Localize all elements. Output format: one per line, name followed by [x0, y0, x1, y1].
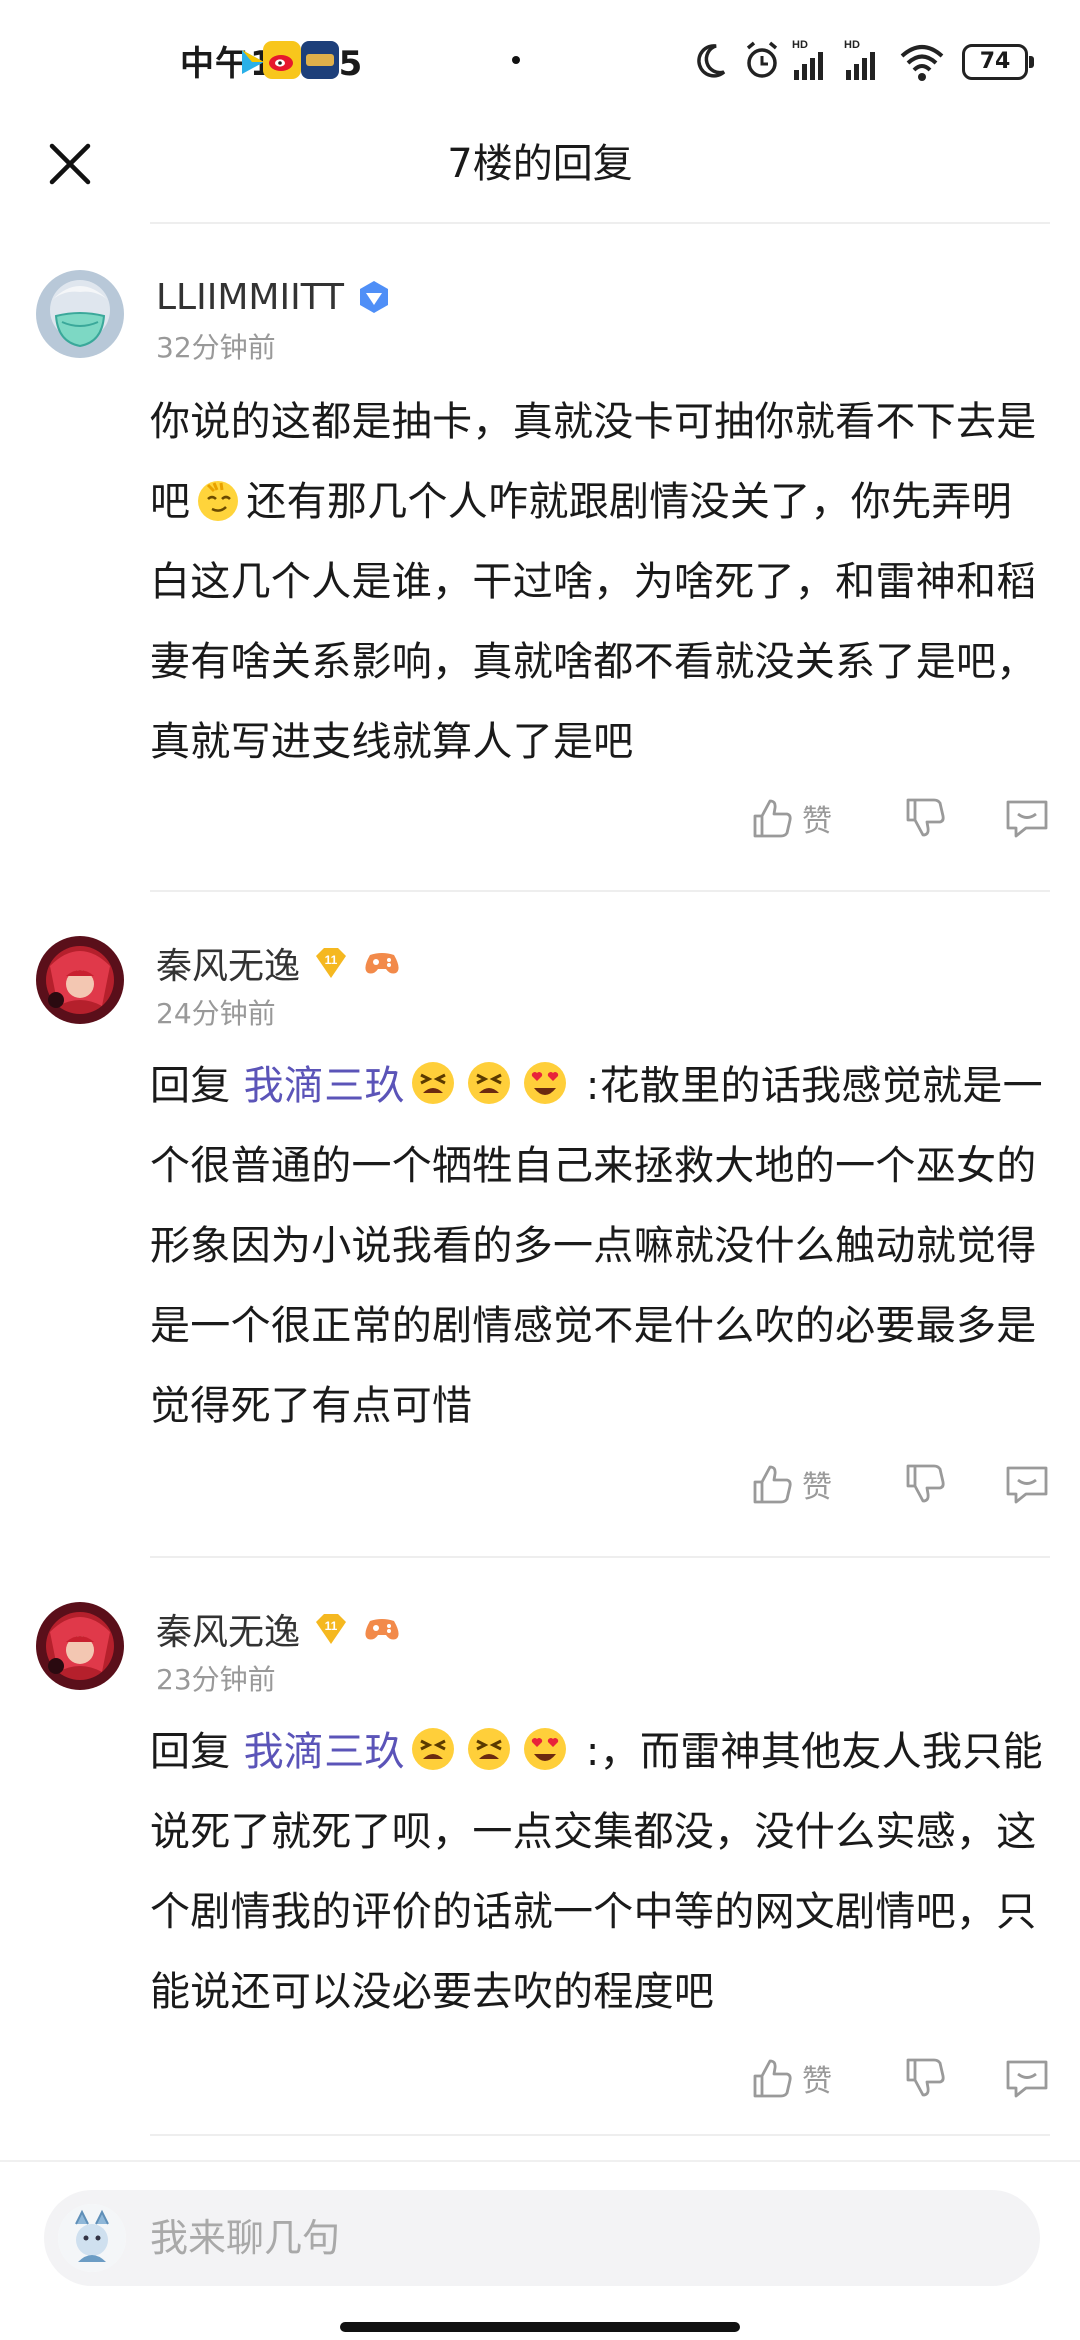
- moon-icon: [697, 44, 726, 78]
- comment-item: 秦风无逸 11 23分钟前 回复 我滴三玖 :，而雷神其他友人我只能说死了就死了…: [0, 1602, 1080, 2142]
- comment-actions: 赞: [750, 788, 1050, 848]
- thinking-emoji-icon: [198, 481, 239, 521]
- comment-time: 32分钟前: [156, 331, 276, 364]
- tired-face-emoji-icon: [411, 1728, 454, 1770]
- like-label: 赞: [802, 804, 832, 839]
- weibo-icon: [263, 41, 301, 79]
- gamepad-icon: [365, 953, 399, 974]
- like-label: 赞: [802, 2064, 832, 2099]
- input-placeholder: 我来聊几句: [150, 2216, 341, 2260]
- thumbs-down-icon: [906, 798, 945, 837]
- username-row: 秦风无逸 11: [156, 938, 402, 988]
- tired-face-emoji-icon: [467, 1062, 510, 1104]
- page-title: 7楼的回复: [447, 141, 633, 187]
- svg-text:HD: HD: [792, 39, 808, 51]
- level-number: 11: [325, 953, 338, 967]
- username[interactable]: LLIIMMIITT: [156, 277, 344, 318]
- signal-2-icon: HD: [844, 39, 875, 80]
- reply-prefix: 回复: [150, 1063, 231, 1109]
- comment-bubble-icon: [1006, 1466, 1048, 1504]
- mention-link[interactable]: 我滴三玖: [244, 1063, 405, 1109]
- mention-link[interactable]: 我滴三玖: [244, 1729, 405, 1775]
- username[interactable]: 秦风无逸: [156, 1603, 300, 1655]
- like-button[interactable]: 赞: [750, 2048, 870, 2108]
- username[interactable]: 秦风无逸: [156, 937, 300, 989]
- avatar[interactable]: [36, 270, 124, 358]
- comment-bubble-icon: [1006, 2060, 1048, 2098]
- comment-input[interactable]: 我来聊几句: [44, 2190, 1040, 2286]
- like-button[interactable]: 赞: [750, 788, 870, 848]
- heart-eyes-emoji-icon: [523, 1728, 566, 1770]
- divider: [150, 222, 1050, 224]
- username-row: LLIIMMIITT: [156, 272, 392, 322]
- comment-body: :花散里的话我感觉就是一个很普通的一个牺牲自己来拯救大地的一个巫女的形象因为小说…: [150, 1063, 1043, 1429]
- comment-text-part: 还有那几个人咋就跟剧情没关了，你先弄明白这几个人是谁，干过啥，为啥死了，和雷神和…: [150, 479, 1037, 765]
- dislike-button[interactable]: [870, 788, 980, 848]
- reply-button[interactable]: [980, 2048, 1050, 2108]
- comment-text: 你说的这都是抽卡，真就没卡可抽你就看不下去是吧 还有那几个人咋就跟剧情没关了，你先…: [150, 382, 1050, 782]
- comment-item: LLIIMMIITT 32分钟前 你说的这都是抽卡，真就没卡可抽你就看不下去是吧…: [0, 270, 1080, 890]
- level-number: 11: [325, 1619, 338, 1633]
- divider: [150, 2134, 1050, 2136]
- comment-actions: 赞: [750, 2048, 1050, 2108]
- svg-text:HD: HD: [844, 39, 860, 51]
- avatar[interactable]: [36, 936, 124, 1024]
- status-bar: 中午12:15 HD HD: [0, 0, 1080, 128]
- avatar[interactable]: [36, 1602, 124, 1690]
- comment-time: 24分钟前: [156, 997, 276, 1030]
- thumbs-down-icon: [906, 2058, 945, 2097]
- home-indicator[interactable]: [340, 2322, 740, 2332]
- game-app-icon: [301, 41, 339, 79]
- reply-button[interactable]: [980, 788, 1050, 848]
- tired-face-emoji-icon: [411, 1062, 454, 1104]
- reply-thread-page: 中午12:15 HD HD: [0, 0, 1080, 2340]
- reply-button[interactable]: [980, 1454, 1050, 1514]
- thumbs-up-icon: [753, 799, 792, 838]
- alarm-icon: [746, 41, 778, 78]
- username-row: 秦风无逸 11: [156, 1604, 402, 1654]
- thumbs-down-icon: [906, 1464, 945, 1503]
- user-avatar: [58, 2204, 126, 2272]
- notification-dot: [512, 56, 520, 64]
- dislike-button[interactable]: [870, 1454, 980, 1514]
- level-badge-icon: 11: [316, 948, 347, 978]
- comment-actions: 赞: [750, 1454, 1050, 1514]
- wifi-icon: [900, 45, 944, 81]
- comment-item: 秦风无逸 11 24分钟前 回复 我滴三玖 :花散里的话我感觉就是一个很普通的一…: [0, 936, 1080, 1556]
- divider: [150, 1556, 1050, 1558]
- like-button[interactable]: 赞: [750, 1454, 870, 1514]
- tired-face-emoji-icon: [467, 1728, 510, 1770]
- comment-input-bar: 我来聊几句: [0, 2160, 1080, 2340]
- verified-diamond-icon: [360, 281, 389, 313]
- dislike-button[interactable]: [870, 2048, 980, 2108]
- comment-text: 回复 我滴三玖 :花散里的话我感觉就是一个很普通的一个牺牲自己来拯救大地的一个巫…: [150, 1046, 1050, 1446]
- heart-eyes-emoji-icon: [523, 1062, 566, 1104]
- signal-1-icon: HD: [792, 39, 823, 80]
- thumbs-up-icon: [753, 2059, 792, 2098]
- comment-bubble-icon: [1006, 800, 1048, 838]
- thumbs-up-icon: [753, 1465, 792, 1504]
- like-label: 赞: [802, 1470, 832, 1505]
- level-badge-icon: 11: [316, 1614, 347, 1644]
- comment-time: 23分钟前: [156, 1663, 276, 1696]
- reply-prefix: 回复: [150, 1729, 231, 1775]
- battery-indicator: 74: [962, 44, 1034, 80]
- comment-text: 回复 我滴三玖 :，而雷神其他友人我只能说死了就死了呗，一点交集都没，没什么实感…: [150, 1712, 1050, 2032]
- divider: [150, 890, 1050, 892]
- gamepad-icon: [365, 1619, 399, 1640]
- top-bar: 7楼的回复: [0, 128, 1080, 224]
